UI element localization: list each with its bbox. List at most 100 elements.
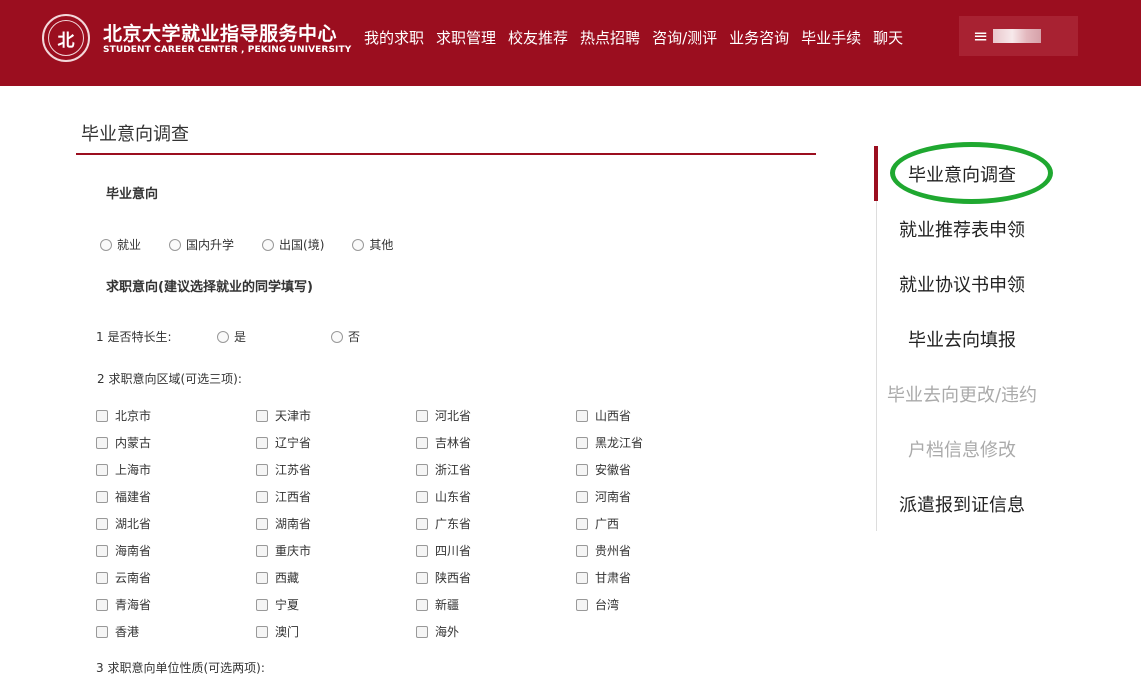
checkbox[interactable]: [576, 490, 588, 503]
site-subtitle: STUDENT CAREER CENTER , PEKING UNIVERSIT…: [103, 45, 352, 55]
region-checkbox-item[interactable]: 海外: [416, 624, 576, 639]
checkbox[interactable]: [96, 463, 108, 476]
sidebar-item-recommendation-form[interactable]: 就业推荐表申领: [877, 216, 1047, 242]
region-checkbox-item[interactable]: 天津市: [256, 408, 416, 423]
region-checkbox-item[interactable]: 宁夏: [256, 597, 416, 612]
nav-alumni-referral[interactable]: 校友推荐: [508, 27, 568, 48]
checkbox[interactable]: [576, 571, 588, 584]
region-checkbox-item[interactable]: 黑龙江省: [576, 435, 736, 450]
region-checkbox-item[interactable]: 江西省: [256, 489, 416, 504]
region-checkbox-item[interactable]: 福建省: [96, 489, 256, 504]
region-checkbox-item[interactable]: 山东省: [416, 489, 576, 504]
nav-my-job[interactable]: 我的求职: [364, 27, 424, 48]
region-checkbox-item[interactable]: 河南省: [576, 489, 736, 504]
checkbox[interactable]: [256, 598, 268, 611]
region-checkbox-item[interactable]: 陕西省: [416, 570, 576, 585]
checkbox[interactable]: [96, 598, 108, 611]
checkbox[interactable]: [416, 409, 428, 422]
region-checkbox-item[interactable]: 甘肃省: [576, 570, 736, 585]
region-checkbox-item[interactable]: 澳门: [256, 624, 416, 639]
checkbox[interactable]: [256, 517, 268, 530]
radio-button[interactable]: [352, 238, 365, 251]
nav-graduation-procedures[interactable]: 毕业手续: [801, 27, 861, 48]
sidebar-item-dispatch-info[interactable]: 派遣报到证信息: [877, 491, 1047, 517]
checkbox[interactable]: [256, 436, 268, 449]
user-menu-button[interactable]: ≡: [959, 16, 1078, 56]
region-checkbox-item[interactable]: 上海市: [96, 462, 256, 477]
checkbox[interactable]: [96, 490, 108, 503]
region-checkbox-item[interactable]: 湖南省: [256, 516, 416, 531]
region-checkbox-item[interactable]: 四川省: [416, 543, 576, 558]
region-checkbox-item[interactable]: 湖北省: [96, 516, 256, 531]
region-checkbox-item[interactable]: 江苏省: [256, 462, 416, 477]
checkbox[interactable]: [416, 598, 428, 611]
region-checkbox-item[interactable]: 山西省: [576, 408, 736, 423]
region-checkbox-item[interactable]: 北京市: [96, 408, 256, 423]
page-title: 毕业意向调查: [81, 124, 189, 145]
university-logo-icon[interactable]: 北: [42, 14, 90, 62]
radio-abroad[interactable]: 出国(境): [262, 236, 324, 253]
nav-chat[interactable]: 聊天: [873, 27, 903, 48]
checkbox[interactable]: [256, 625, 268, 638]
sidebar-item-destination-report[interactable]: 毕业去向填报: [877, 326, 1047, 352]
site-title[interactable]: 北京大学就业指导服务中心: [103, 19, 337, 46]
sidebar-item-agreement-application[interactable]: 就业协议书申领: [877, 271, 1047, 297]
radio-button[interactable]: [262, 238, 275, 251]
region-checkbox-item[interactable]: 辽宁省: [256, 435, 416, 450]
region-checkbox-item[interactable]: 浙江省: [416, 462, 576, 477]
checkbox[interactable]: [576, 598, 588, 611]
checkbox[interactable]: [576, 436, 588, 449]
region-checkbox-item[interactable]: 河北省: [416, 408, 576, 423]
checkbox[interactable]: [96, 544, 108, 557]
checkbox[interactable]: [416, 625, 428, 638]
radio-button[interactable]: [331, 330, 343, 343]
region-checkbox-item[interactable]: 广西: [576, 516, 736, 531]
hamburger-menu-icon: ≡: [973, 25, 989, 47]
radio-domestic-study[interactable]: 国内升学: [169, 236, 234, 253]
checkbox[interactable]: [576, 463, 588, 476]
radio-button[interactable]: [169, 238, 182, 251]
region-checkbox-item[interactable]: 重庆市: [256, 543, 416, 558]
radio-button[interactable]: [100, 238, 112, 251]
checkbox[interactable]: [416, 544, 428, 557]
region-checkbox-item[interactable]: 贵州省: [576, 543, 736, 558]
nav-hot-recruitment[interactable]: 热点招聘: [580, 27, 640, 48]
region-checkbox-item[interactable]: 内蒙古: [96, 435, 256, 450]
checkbox[interactable]: [96, 436, 108, 449]
region-checkbox-item[interactable]: 云南省: [96, 570, 256, 585]
region-checkbox-item[interactable]: 香港: [96, 624, 256, 639]
checkbox[interactable]: [256, 409, 268, 422]
radio-specialty-yes[interactable]: 是: [217, 328, 246, 345]
checkbox[interactable]: [96, 409, 108, 422]
nav-job-management[interactable]: 求职管理: [436, 27, 496, 48]
radio-specialty-no[interactable]: 否: [331, 328, 360, 345]
checkbox[interactable]: [416, 571, 428, 584]
region-checkbox-item[interactable]: 台湾: [576, 597, 736, 612]
checkbox[interactable]: [416, 463, 428, 476]
nav-consult-assessment[interactable]: 咨询/测评: [652, 27, 717, 48]
radio-button[interactable]: [217, 330, 229, 343]
region-checkbox-item[interactable]: 安徽省: [576, 462, 736, 477]
nav-business-consult[interactable]: 业务咨询: [729, 27, 789, 48]
checkbox[interactable]: [576, 517, 588, 530]
region-checkbox-item[interactable]: 广东省: [416, 516, 576, 531]
checkbox[interactable]: [256, 544, 268, 557]
checkbox[interactable]: [416, 517, 428, 530]
checkbox[interactable]: [96, 517, 108, 530]
region-checkbox-item[interactable]: 吉林省: [416, 435, 576, 450]
checkbox[interactable]: [576, 544, 588, 557]
region-checkbox-item[interactable]: 新疆: [416, 597, 576, 612]
region-checkbox-item[interactable]: 青海省: [96, 597, 256, 612]
region-checkbox-item[interactable]: 西藏: [256, 570, 416, 585]
checkbox[interactable]: [96, 625, 108, 638]
checkbox[interactable]: [576, 409, 588, 422]
region-checkbox-item[interactable]: 海南省: [96, 543, 256, 558]
radio-employment[interactable]: 就业: [100, 236, 141, 253]
checkbox[interactable]: [256, 490, 268, 503]
checkbox[interactable]: [256, 571, 268, 584]
radio-other[interactable]: 其他: [352, 236, 393, 253]
checkbox[interactable]: [96, 571, 108, 584]
checkbox[interactable]: [416, 436, 428, 449]
checkbox[interactable]: [256, 463, 268, 476]
checkbox[interactable]: [416, 490, 428, 503]
